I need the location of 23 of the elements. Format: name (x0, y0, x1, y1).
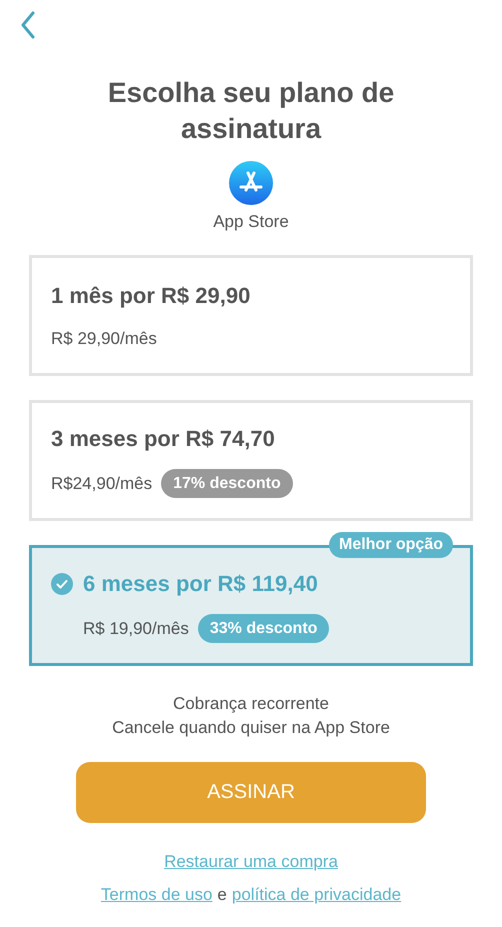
plan-card[interactable]: 3 meses por R$ 74,70 R$24,90/mês 17% desconto (29, 400, 473, 520)
restore-link[interactable]: Restaurar uma compra (164, 848, 338, 874)
billing-note: Cancele quando quiser na App Store (112, 716, 390, 738)
plan-title: 3 meses por R$ 74,70 (51, 425, 275, 453)
discount-badge: 17% desconto (161, 469, 293, 498)
app-store-icon (229, 161, 273, 205)
conjunction-text: e (217, 884, 227, 906)
privacy-link[interactable]: política de privacidade (232, 882, 402, 908)
best-option-badge: Melhor opção (328, 532, 453, 558)
subscribe-button[interactable]: ASSINAR (76, 762, 426, 822)
monthly-price: R$ 19,90/mês (83, 618, 189, 640)
plan-title: 6 meses por R$ 119,40 (83, 570, 318, 598)
plan-card[interactable]: 1 mês por R$ 29,90 R$ 29,90/mês (29, 254, 473, 376)
back-icon (20, 11, 36, 39)
monthly-price: R$24,90/mês (51, 472, 152, 495)
billing-note: Cobrança recorrente (173, 692, 329, 715)
store-label: App Store (213, 211, 289, 233)
discount-badge: 33% desconto (198, 614, 330, 643)
check-icon (51, 572, 73, 594)
terms-link[interactable]: Termos de uso (100, 882, 212, 908)
plan-title: 1 mês por R$ 29,90 (51, 282, 250, 310)
page-title: Escolha seu plano de assinatura (106, 76, 396, 146)
monthly-price: R$ 29,90/mês (51, 328, 157, 350)
